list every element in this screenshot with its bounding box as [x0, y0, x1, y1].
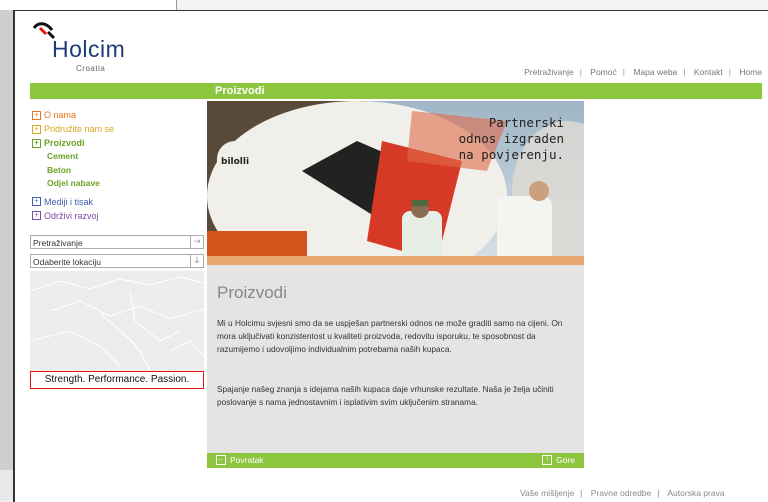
top-link[interactable]: ↑ Gore: [542, 455, 575, 465]
back-arrow-icon: ←: [216, 455, 226, 465]
sidebar-item-label: O nama: [44, 110, 77, 120]
content-footer-bar: ← Povratak ↑ Gore: [207, 453, 584, 468]
truck-brand-text: bilolli: [221, 157, 249, 167]
left-navigation: + O nama + Pridružite nam se + Proizvodi…: [32, 108, 204, 223]
top-label: Gore: [556, 455, 575, 465]
back-label: Povratak: [230, 455, 264, 465]
footer-legal-link[interactable]: Pravne odredbe: [591, 488, 652, 498]
footer-copyright-link[interactable]: Autorska prava: [667, 488, 724, 498]
location-map[interactable]: [30, 271, 204, 371]
content-paragraph-1: Mi u Holcimu svjesni smo da se uspješan …: [217, 318, 563, 354]
arrow-down-icon[interactable]: ↓: [190, 254, 204, 268]
brand-tagline: Strength. Performance. Passion.: [30, 371, 204, 389]
section-title: Proizvodi: [215, 85, 265, 97]
nav-home-link[interactable]: Home: [739, 67, 762, 77]
content-panel: Proizvodi Mi u Holcimu svjesni smo da se…: [207, 265, 584, 453]
sidebar-subitem-odjel-nabave[interactable]: Odjel nabave: [32, 177, 204, 191]
plus-box-icon: +: [32, 197, 41, 206]
sidebar-item-odrzivi-razvoj[interactable]: + Održivi razvoj: [32, 209, 204, 223]
sidebar-subitem-cement[interactable]: Cement: [32, 150, 204, 164]
section-header-bar: [30, 83, 762, 99]
plus-box-icon: +: [32, 110, 41, 120]
brand-name[interactable]: Holcim: [52, 36, 125, 63]
footer-links: Vaše mišljenje | Pravne odredbe | Autorska…: [520, 488, 725, 498]
back-link[interactable]: ← Povratak: [216, 455, 264, 465]
sidebar-item-label: Pridružite nam se: [44, 124, 115, 134]
nav-search-link[interactable]: Pretraživanje: [524, 67, 574, 77]
nav-contact-link[interactable]: Kontakt: [694, 67, 723, 77]
plus-box-icon: +: [32, 211, 41, 220]
hero-line-3: na povjerenju.: [458, 147, 564, 162]
search-input[interactable]: Pretraživanje: [30, 235, 204, 249]
brand-country: Croatia: [76, 64, 106, 73]
sidebar-item-label: Mediji i tisak: [44, 196, 94, 207]
sidebar-item-pridruzite[interactable]: + Pridružite nam se: [32, 122, 204, 136]
nav-sitemap-link[interactable]: Mapa weba: [633, 67, 677, 77]
footer-feedback-link[interactable]: Vaše mišljenje: [520, 488, 574, 498]
plus-box-icon: +: [32, 138, 41, 148]
plus-box-icon: +: [32, 124, 41, 134]
arrow-right-icon[interactable]: →: [190, 235, 204, 249]
nav-help-link[interactable]: Pomoć: [590, 67, 616, 77]
hero-line-2: odnos izgraden: [458, 131, 564, 146]
sidebar-subitem-beton[interactable]: Beton: [32, 164, 204, 178]
up-arrow-icon: ↑: [542, 455, 553, 465]
sidebar-item-proizvodi[interactable]: + Proizvodi: [32, 136, 204, 150]
sidebar-item-label: Proizvodi: [44, 138, 85, 148]
map-graphic: [30, 271, 204, 371]
sidebar-item-mediji[interactable]: + Mediji i tisak: [32, 195, 204, 209]
page-title: Proizvodi: [217, 283, 287, 302]
top-navigation: Pretraživanje | Pomoć | Mapa weba | Kontakt…: [524, 67, 762, 77]
hero-line-1: Partnerski: [488, 115, 564, 130]
hero-headline: Partnerski odnos izgraden na povjerenju.: [459, 115, 564, 163]
sidebar-item-label: Održivi razvoj: [44, 210, 99, 221]
sidebar-item-o-nama[interactable]: + O nama: [32, 108, 204, 122]
location-select[interactable]: Odaberite lokaciju: [30, 254, 204, 268]
hero-image: bilolli Partnerski odnos izgraden na pov…: [207, 101, 584, 265]
content-paragraph-2: Spajanje našeg znanja s idejama naših ku…: [217, 384, 554, 407]
